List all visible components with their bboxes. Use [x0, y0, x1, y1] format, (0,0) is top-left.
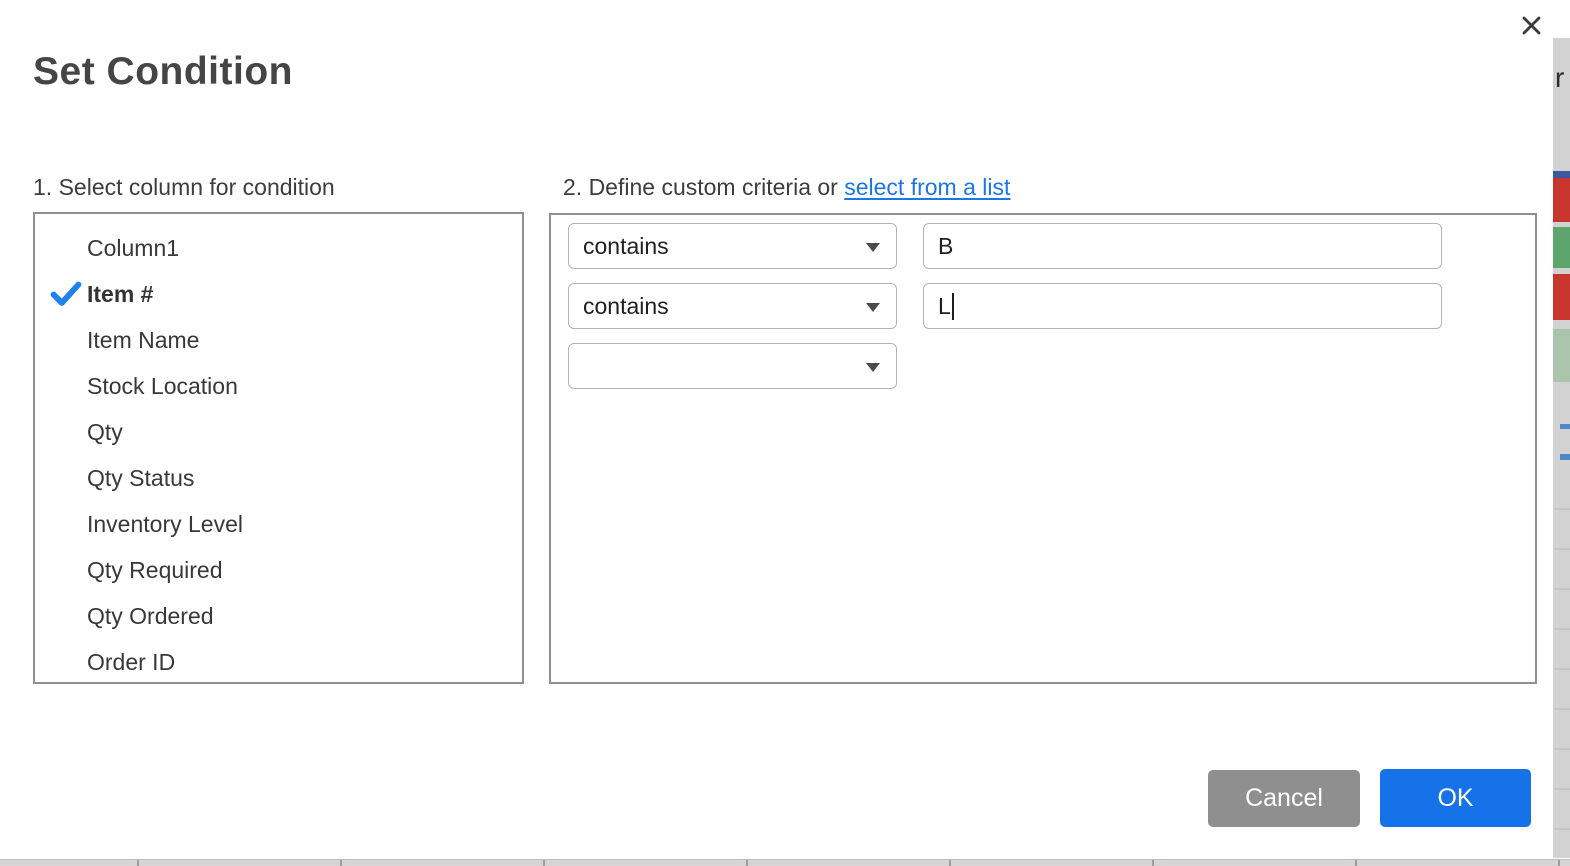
- check-icon: [35, 557, 87, 583]
- background-link-fragment: [1560, 454, 1570, 460]
- ok-button[interactable]: OK: [1380, 769, 1531, 827]
- define-criteria-section-label: 2. Define custom criteria or select from…: [563, 172, 1010, 202]
- check-icon: [35, 419, 87, 445]
- criteria-panel: contains B contains L: [549, 213, 1537, 684]
- column-option-label: Item #: [87, 281, 153, 308]
- background-partial-text: r: [1555, 62, 1564, 94]
- close-x-glyph: [1521, 15, 1542, 36]
- operator-dropdown-value: contains: [583, 233, 669, 260]
- operator-dropdown[interactable]: [568, 343, 897, 389]
- cancel-button[interactable]: Cancel: [1208, 770, 1360, 827]
- check-icon: [35, 511, 87, 537]
- column-option[interactable]: Item Name: [35, 317, 522, 363]
- column-option[interactable]: Stock Location: [35, 363, 522, 409]
- chevron-down-icon: [866, 303, 880, 312]
- close-icon[interactable]: [1514, 8, 1548, 42]
- text-cursor: [952, 293, 954, 320]
- column-option[interactable]: Order ID: [35, 639, 522, 684]
- column-option-label: Stock Location: [87, 373, 238, 400]
- background-cell-lightgreen: [1553, 329, 1570, 382]
- chevron-down-icon: [866, 243, 880, 252]
- column-option-label: Column1: [87, 235, 179, 262]
- check-icon: [35, 649, 87, 675]
- criteria-row: contains B: [568, 223, 1535, 269]
- column-option[interactable]: Column1: [35, 225, 522, 271]
- criteria-value-text: B: [938, 233, 953, 260]
- dialog-title: Set Condition: [33, 50, 293, 94]
- background-page-sliver: r: [1553, 38, 1570, 858]
- operator-dropdown[interactable]: contains: [568, 223, 897, 269]
- column-option[interactable]: Item #: [35, 271, 522, 317]
- column-option-label: Order ID: [87, 649, 175, 676]
- criteria-value-input[interactable]: B: [923, 223, 1442, 269]
- check-icon: [35, 327, 87, 353]
- chevron-down-icon: [866, 363, 880, 372]
- column-option[interactable]: Qty Required: [35, 547, 522, 593]
- column-option[interactable]: Qty: [35, 409, 522, 455]
- column-option-label: Inventory Level: [87, 511, 243, 538]
- background-bottom-strip: [0, 859, 1570, 866]
- background-column-separator: [543, 860, 545, 866]
- check-icon: [35, 465, 87, 491]
- check-icon: [35, 373, 87, 399]
- background-column-separator: [949, 860, 951, 866]
- background-cell-darkblue: [1553, 171, 1570, 178]
- background-column-separator: [1152, 860, 1154, 866]
- background-cell-green: [1553, 227, 1570, 268]
- set-condition-dialog: Set Condition 1. Select column for condi…: [0, 0, 1570, 866]
- column-option-label: Qty: [87, 419, 123, 446]
- check-icon: [35, 235, 87, 261]
- check-icon: [35, 281, 87, 307]
- background-column-separator: [340, 860, 342, 866]
- criteria-label-text: 2. Define custom criteria or: [563, 174, 844, 200]
- background-cell-red: [1553, 274, 1570, 320]
- column-option-label: Item Name: [87, 327, 199, 354]
- background-column-separator: [1558, 860, 1560, 866]
- select-column-section-label: 1. Select column for condition: [33, 172, 335, 202]
- background-row-lines: [1553, 470, 1570, 854]
- background-column-separator: [1355, 860, 1357, 866]
- criteria-row: [568, 343, 1535, 389]
- check-icon: [35, 603, 87, 629]
- column-option[interactable]: Inventory Level: [35, 501, 522, 547]
- criteria-value-text: L: [938, 293, 951, 320]
- column-option-label: Qty Required: [87, 557, 223, 584]
- select-from-list-link[interactable]: select from a list: [844, 174, 1010, 200]
- background-column-separator: [137, 860, 139, 866]
- criteria-row: contains L: [568, 283, 1535, 329]
- column-option-label: Qty Status: [87, 465, 194, 492]
- background-column-separator: [746, 860, 748, 866]
- background-cell-red: [1553, 178, 1570, 222]
- column-option[interactable]: Qty Ordered: [35, 593, 522, 639]
- column-option-label: Qty Ordered: [87, 603, 214, 630]
- column-option[interactable]: Qty Status: [35, 455, 522, 501]
- operator-dropdown[interactable]: contains: [568, 283, 897, 329]
- background-link-fragment: [1560, 424, 1570, 429]
- column-list: Column1 Item # Item Name Stock Location: [33, 212, 524, 684]
- criteria-value-input[interactable]: L: [923, 283, 1442, 329]
- operator-dropdown-value: contains: [583, 293, 669, 320]
